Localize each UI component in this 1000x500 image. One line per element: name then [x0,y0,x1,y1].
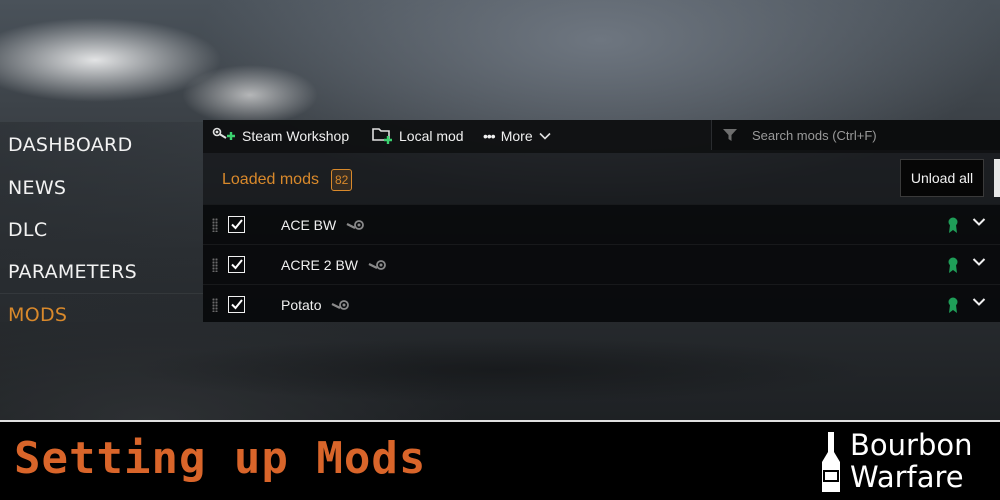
steam-icon [368,260,386,270]
mod-name-text: ACE BW [281,217,337,233]
mod-checkbox[interactable] [228,296,245,313]
checkmark-icon [230,219,243,230]
checkmark-icon [230,299,243,310]
unload-all-button[interactable]: Unload all [900,159,984,197]
mod-name: ACE BW [281,217,366,233]
mod-checkbox[interactable] [228,256,245,273]
nav-item-news[interactable]: NEWS [8,177,66,199]
steam-icon [331,300,350,310]
logo-line-1: Bourbon [850,428,973,462]
loaded-count-badge: 82 [331,169,353,191]
steam-workshop-label: Steam Workshop [242,128,350,144]
bottle-icon [822,432,840,492]
mod-row[interactable]: ACRE 2 BW [203,244,1000,284]
dots-icon: ••• [483,128,496,144]
bourbon-warfare-logo: Bourbon Warfare [816,430,996,500]
nav-item-mods[interactable]: MODS [8,304,67,326]
more-menu-button[interactable]: ••• More [483,124,551,148]
background-shadow [40,330,960,410]
mod-name: Potato [281,297,351,313]
steam-workshop-button[interactable]: Steam Workshop [212,124,349,148]
mod-name-text: Potato [281,297,322,313]
mod-name: ACRE 2 BW [281,257,388,273]
chevron-down-icon [539,132,551,140]
nav-divider [0,293,203,294]
main-nav: DASHBOARD NEWS DLC PARAMETERS MODS [0,122,203,326]
nav-item-parameters[interactable]: PARAMETERS [8,261,137,283]
mod-search [711,120,1000,150]
folder-add-icon [372,128,392,144]
steam-add-icon [212,127,235,140]
mod-checkbox[interactable] [228,216,245,233]
mods-panel: Steam Workshop Local mod ••• More Loaded… [203,120,1000,322]
nav-item-dlc[interactable]: DLC [8,219,47,241]
loaded-mods-header: Loaded mods 82 Unload all [203,154,1000,204]
award-ribbon-icon [948,297,958,313]
adjacent-button-edge[interactable] [994,159,1000,197]
mod-row[interactable]: ACE BW [203,204,1000,244]
drag-handle-icon[interactable] [212,258,218,272]
mod-name-text: ACRE 2 BW [281,257,359,273]
banner-title: Setting up Mods [14,433,427,484]
mod-row[interactable]: Potato [203,284,1000,322]
expand-chevron-icon[interactable] [972,297,986,307]
steam-icon [346,220,365,230]
title-banner: Setting up Mods Bourbon Warfare [0,420,1000,500]
checkmark-icon [230,259,243,270]
search-input[interactable] [752,127,992,143]
award-ribbon-icon [948,257,958,273]
filter-icon[interactable] [722,127,738,143]
expand-chevron-icon[interactable] [972,257,986,267]
drag-handle-icon[interactable] [212,298,218,312]
logo-line-2: Warfare [850,460,964,494]
nav-item-dashboard[interactable]: DASHBOARD [8,134,133,156]
drag-handle-icon[interactable] [212,218,218,232]
local-mod-button[interactable]: Local mod [371,124,464,148]
award-ribbon-icon [948,217,958,233]
loaded-mods-label: Loaded mods [222,171,319,188]
mods-toolbar: Steam Workshop Local mod ••• More [203,120,1000,153]
expand-chevron-icon[interactable] [972,217,986,227]
local-mod-label: Local mod [399,128,464,144]
more-label: More [500,128,533,144]
